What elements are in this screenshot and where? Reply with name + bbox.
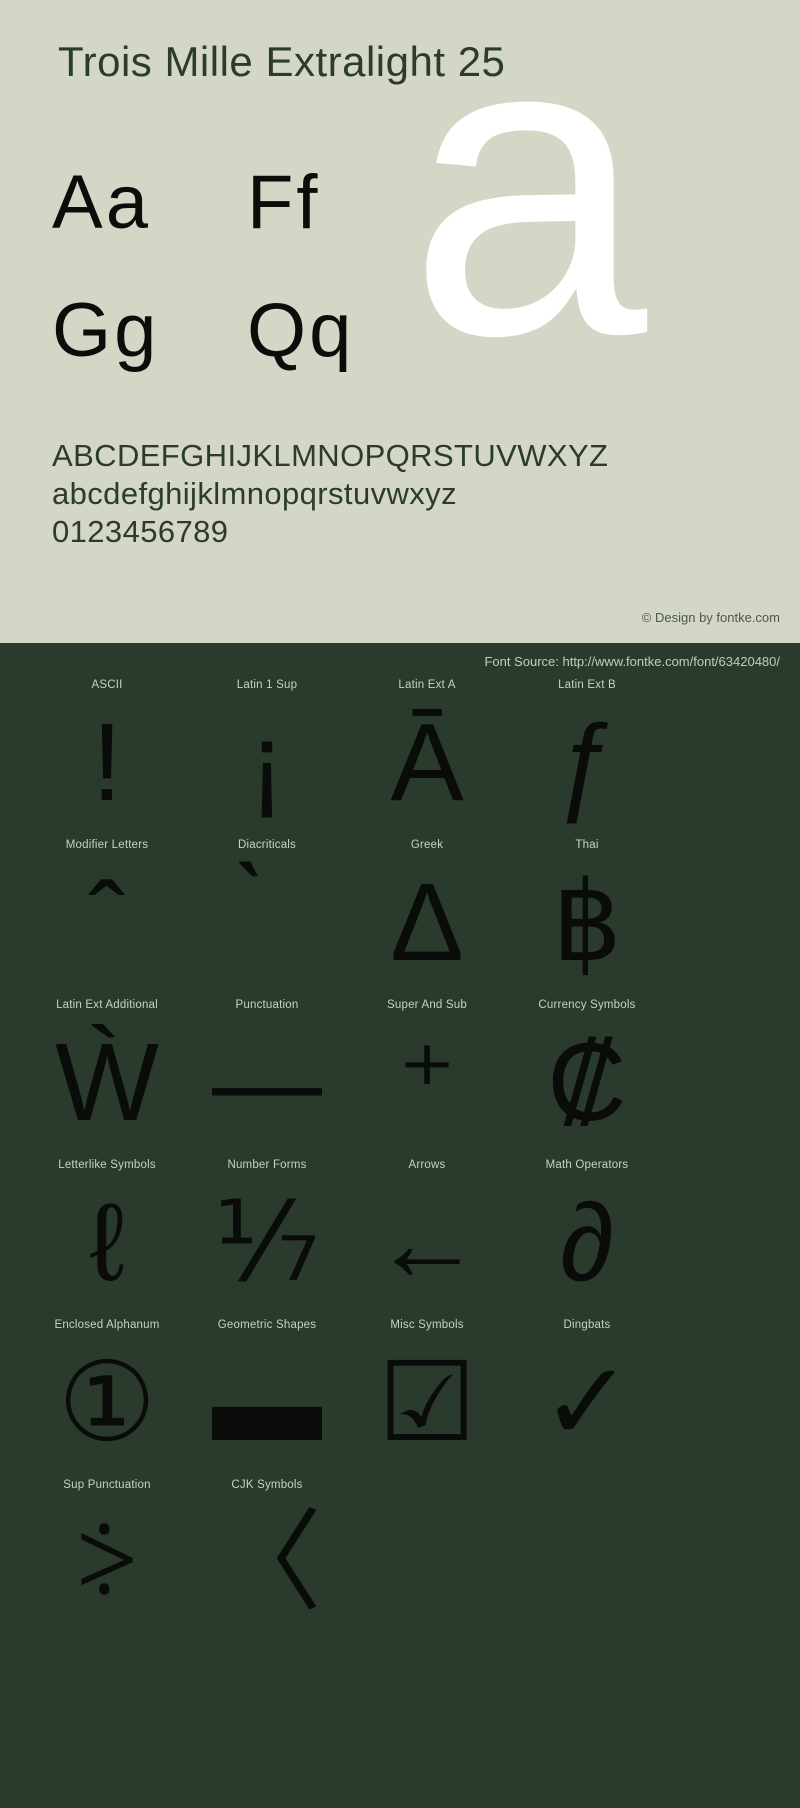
alphabet-sample: ABCDEFGHIJKLMNOPQRSTUVWXYZ abcdefghijklm…: [52, 437, 608, 551]
unicode-block-modifier-letters: Modifier Letters ˆ: [27, 839, 187, 999]
unicode-block-label: Letterlike Symbols: [58, 1159, 156, 1171]
unicode-block-diacriticals: Diacriticals ̀: [187, 839, 347, 999]
unicode-block-label: ASCII: [91, 679, 123, 691]
unicode-block-glyph: Δ: [390, 861, 464, 984]
unicode-block-glyph: 〈: [212, 1501, 322, 1624]
unicode-block-label: Latin 1 Sup: [236, 679, 298, 691]
unicode-block-latin-ext-a: Latin Ext A Ā: [347, 679, 507, 839]
unicode-block-label: CJK Symbols: [231, 1479, 303, 1491]
unicode-block-label: Latin Ext A: [398, 679, 456, 691]
alphabet-lowercase: abcdefghijklmnopqrstuvwxyz: [52, 476, 457, 511]
unicode-block-label: Number Forms: [227, 1159, 307, 1171]
unicode-block-greek: Greek Δ: [347, 839, 507, 999]
unicode-block-row: Sup Punctuation ⸖ CJK Symbols 〈: [0, 1479, 800, 1639]
unicode-block-math-operators: Math Operators ∂: [507, 1159, 667, 1319]
unicode-block-label: Thai: [575, 839, 599, 851]
unicode-block-label: Greek: [410, 839, 444, 851]
letter-pair-grid: Aa Ff Gg Qq: [52, 155, 442, 411]
unicode-block-row: Modifier Letters ˆ Diacriticals ̀ Greek …: [0, 839, 800, 999]
letter-pair-qq: Qq: [247, 288, 355, 373]
unicode-block-row: Latin Ext Additional Ẁ Punctuation — Sup…: [0, 999, 800, 1159]
unicode-block-glyph: —: [212, 1021, 322, 1144]
unicode-block-letterlike-symbols: Letterlike Symbols ℓ: [27, 1159, 187, 1319]
unicode-block-latin-ext-b: Latin Ext B ƒ: [507, 679, 667, 839]
page-title: Trois Mille Extralight 25: [58, 38, 506, 85]
unicode-block-glyph: ₡: [547, 1021, 627, 1144]
unicode-block-label: Geometric Shapes: [217, 1319, 317, 1331]
unicode-block-glyph: ℓ: [89, 1181, 125, 1304]
unicode-block-glyph: ①: [57, 1341, 157, 1464]
unicode-block-thai: Thai ฿: [507, 839, 667, 999]
unicode-block-label: Super And Sub: [387, 999, 467, 1011]
unicode-block-glyph: Ẁ: [55, 1021, 159, 1144]
unicode-block-glyph: ˆ: [88, 861, 126, 984]
unicode-block-glyph: ¡: [248, 701, 286, 824]
unicode-block-glyph: ⁺: [397, 1021, 457, 1144]
watermark-glyph-char: a: [408, 78, 648, 378]
unicode-block-enclosed-alphanum: Enclosed Alphanum ①: [27, 1319, 187, 1479]
unicode-block-super-and-sub: Super And Sub ⁺: [347, 999, 507, 1159]
unicode-block-glyph: ฿: [552, 861, 622, 984]
unicode-block-latin-ext-additional: Latin Ext Additional Ẁ: [27, 999, 187, 1159]
unicode-block-label: Math Operators: [545, 1159, 629, 1171]
unicode-block-row: Enclosed Alphanum ① Geometric Shapes ▬ M…: [0, 1319, 800, 1479]
unicode-block-label: Currency Symbols: [538, 999, 636, 1011]
unicode-block-label: Sup Punctuation: [63, 1479, 151, 1491]
unicode-block-row: Letterlike Symbols ℓ Number Forms ⅐ Arro…: [0, 1159, 800, 1319]
letter-pair-row: Aa Ff: [52, 155, 442, 283]
unicode-block-arrows: Arrows ←: [347, 1159, 507, 1319]
unicode-block-label: Diacriticals: [238, 839, 296, 851]
unicode-block-glyph: ⅐: [213, 1181, 321, 1304]
unicode-block-label: Arrows: [408, 1159, 446, 1171]
unicode-block-misc-symbols: Misc Symbols ☑: [347, 1319, 507, 1479]
alphabet-uppercase: ABCDEFGHIJKLMNOPQRSTUVWXYZ: [52, 438, 609, 473]
unicode-block-glyph: ▬: [212, 1341, 322, 1464]
unicode-block-cjk-symbols: CJK Symbols 〈: [187, 1479, 347, 1639]
unicode-block-glyph: ∂: [559, 1181, 615, 1304]
unicode-block-glyph: Ā: [390, 701, 464, 824]
unicode-block-punctuation: Punctuation —: [187, 999, 347, 1159]
unicode-block-label: Dingbats: [563, 1319, 611, 1331]
letter-pair-gg: Gg: [52, 288, 160, 373]
unicode-block-number-forms: Number Forms ⅐: [187, 1159, 347, 1319]
watermark-glyph: a: [400, 78, 800, 378]
unicode-block-glyph: ƒ: [556, 701, 618, 824]
unicode-block-label: Misc Symbols: [390, 1319, 464, 1331]
letter-pair-aa: Aa: [52, 160, 151, 245]
unicode-block-glyph: ̀: [187, 853, 347, 993]
unicode-block-glyph: ←: [372, 1181, 482, 1304]
unicode-block-grid: ASCII ! Latin 1 Sup ¡ Latin Ext A Ā Lati…: [0, 679, 800, 1639]
unicode-block-latin-1-sup: Latin 1 Sup ¡: [187, 679, 347, 839]
unicode-block-sup-punctuation: Sup Punctuation ⸖: [27, 1479, 187, 1639]
unicode-block-geometric-shapes: Geometric Shapes ▬: [187, 1319, 347, 1479]
unicode-block-label: Latin Ext Additional: [56, 999, 158, 1011]
unicode-block-row: ASCII ! Latin 1 Sup ¡ Latin Ext A Ā Lati…: [0, 679, 800, 839]
unicode-block-label: Punctuation: [235, 999, 299, 1011]
unicode-block-ascii: ASCII !: [27, 679, 187, 839]
specimen-preview-panel: a Trois Mille Extralight 25 Aa Ff Gg Qq …: [0, 0, 800, 643]
unicode-block-glyph: ⸖: [75, 1501, 139, 1624]
letter-pair-ff: Ff: [247, 160, 321, 245]
letter-pair-row: Gg Qq: [52, 283, 442, 411]
font-specimen-page: a Trois Mille Extralight 25 Aa Ff Gg Qq …: [0, 0, 800, 1808]
design-credit: © Design by fontke.com: [641, 610, 780, 625]
unicode-block-glyph: ☑: [377, 1341, 477, 1464]
unicode-block-label: Modifier Letters: [65, 839, 149, 851]
unicode-block-glyph: !: [91, 701, 123, 824]
unicode-block-glyph: ✓: [540, 1341, 634, 1464]
unicode-block-currency-symbols: Currency Symbols ₡: [507, 999, 667, 1159]
unicode-block-dingbats: Dingbats ✓: [507, 1319, 667, 1479]
unicode-block-label: Latin Ext B: [558, 679, 616, 691]
font-source-link[interactable]: Font Source: http://www.fontke.com/font/…: [484, 654, 780, 669]
unicode-block-label: Enclosed Alphanum: [54, 1319, 160, 1331]
unicode-blocks-panel: Font Source: http://www.fontke.com/font/…: [0, 643, 800, 1808]
alphabet-numerals: 0123456789: [52, 514, 229, 549]
